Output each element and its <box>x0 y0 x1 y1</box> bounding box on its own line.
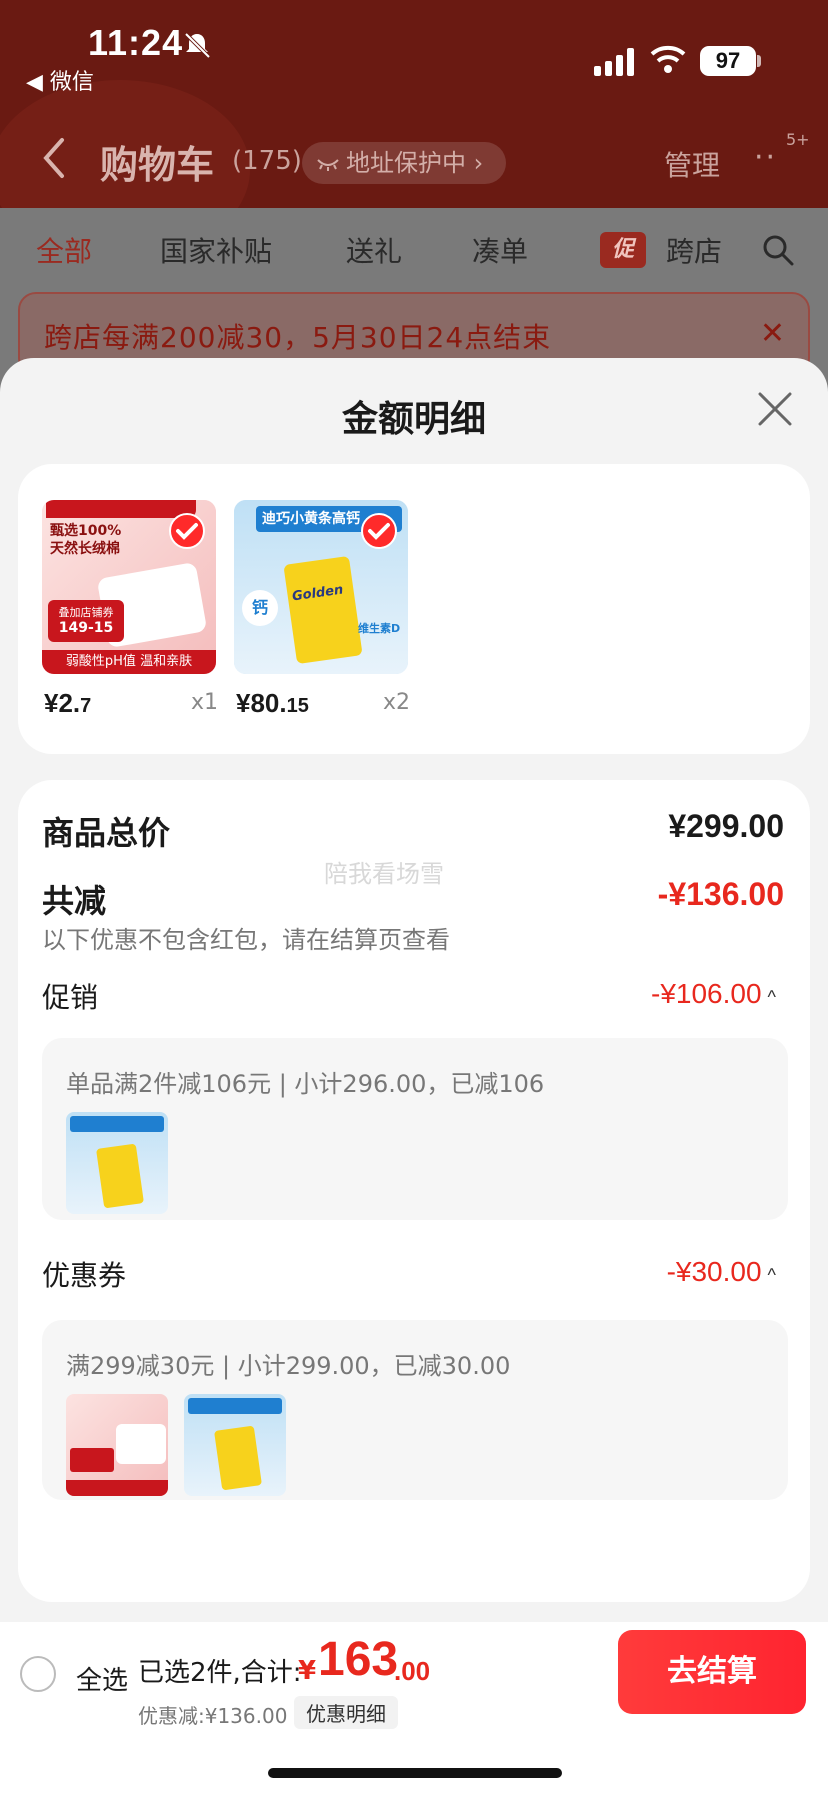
product-image-text: 甄选100% <box>50 523 122 539</box>
sheet-title: 金额明细 <box>341 399 486 440</box>
bell-muted-icon <box>184 32 211 59</box>
product-thumb-tissue[interactable] <box>66 1394 168 1496</box>
reduce-note: 以下优惠不包含红包，请在结算页查看 <box>42 926 450 954</box>
selected-products-card: 甄选100% 天然长绒棉 叠加店铺券 149-15 弱酸性pH值 温和亲肤 ¥2… <box>18 464 810 754</box>
discount-detail-button[interactable]: 优惠明细 <box>294 1696 398 1729</box>
total-currency: ¥ <box>298 1656 317 1686</box>
watermark: 陪我看场雪 <box>324 860 444 888</box>
coupon-detail-text: 满299减30元 | 小计299.00，已减30.00 <box>66 1352 511 1380</box>
total-reduce-value: -¥136.00 <box>657 876 784 912</box>
more-dots-icon[interactable]: ·· <box>754 140 777 175</box>
product-thumb-calcium[interactable] <box>184 1394 286 1496</box>
tab-national-subsidy[interactable]: 国家补贴 <box>160 230 272 270</box>
promotion-label: 促销 <box>42 981 99 1014</box>
cart-count: (175) <box>232 146 302 176</box>
product-price: ¥2.7 <box>44 688 91 719</box>
page-title: 购物车 <box>100 143 215 187</box>
coupon-label: 优惠券 <box>42 1259 127 1292</box>
address-protect-label: 地址保护中 › <box>346 149 484 177</box>
promo-banner-text: 跨店每满200减30，5月30日24点结束 <box>44 321 552 354</box>
cart-tabs: 全部 国家补贴 送礼 凑单 促 跨店 <box>0 220 828 280</box>
chevron-up-icon: ^ <box>767 1265 776 1285</box>
wifi-icon <box>650 45 686 73</box>
product-price-main: ¥2. <box>44 688 81 718</box>
product-image-badge-value: 149-15 <box>58 620 114 636</box>
checkout-button[interactable]: 去结算 <box>618 1630 806 1714</box>
tab-gift[interactable]: 送礼 <box>346 230 402 270</box>
close-icon[interactable] <box>756 390 794 428</box>
select-all-label[interactable]: 全选 <box>76 1660 128 1697</box>
product-price-main: ¥80. <box>236 688 287 718</box>
coupon-detail-box: 满299减30元 | 小计299.00，已减30.00 <box>42 1320 788 1500</box>
back-to-app[interactable]: ◀ 微信 <box>26 64 94 96</box>
home-indicator <box>268 1768 562 1778</box>
close-icon[interactable]: ✕ <box>760 316 786 351</box>
cart-nav: 购物车 (175) 地址保护中 › 管理 ·· 5+ <box>0 130 828 190</box>
tab-bundle[interactable]: 凑单 <box>472 230 528 270</box>
promotion-detail-text: 单品满2件减106元 | 小计296.00，已减106 <box>66 1070 545 1098</box>
total-price-value: ¥299.00 <box>668 808 784 844</box>
product-image-footer: 弱酸性pH值 温和亲肤 <box>42 650 216 674</box>
product-price: ¥80.15 <box>236 688 309 719</box>
tab-promo-badge[interactable]: 促 <box>600 232 646 268</box>
battery-cap <box>757 55 761 67</box>
product-price-decimal: 15 <box>286 695 309 717</box>
coupon-value: -¥30.00 <box>666 1256 762 1287</box>
tab-cross-store[interactable]: 跨店 <box>666 230 722 270</box>
product-image-badge: 叠加店铺券 <box>58 606 114 619</box>
promotion-detail-box: 单品满2件减106元 | 小计296.00，已减106 <box>42 1038 788 1220</box>
status-time: 11:24 <box>88 22 184 63</box>
check-icon[interactable] <box>360 512 398 550</box>
discount-amount: 优惠减:¥136.00 <box>138 1704 288 1728</box>
promotion-toggle[interactable]: -¥106.00 ^ <box>651 978 776 1010</box>
back-chevron-icon[interactable] <box>40 134 70 182</box>
product-image-text: 天然长绒棉 <box>50 541 120 557</box>
promotion-value: -¥106.00 <box>651 978 762 1009</box>
product-qty: x1 <box>190 690 218 715</box>
total-price-label: 商品总价 <box>42 814 171 852</box>
amount-breakdown-card: 陪我看场雪 商品总价 ¥299.00 共减 -¥136.00 以下优惠不包含红包… <box>18 780 810 1602</box>
total-reduce-label: 共减 <box>42 882 107 920</box>
product-image-calcium-badge: 钙 <box>242 590 278 626</box>
eye-closed-icon <box>317 159 339 171</box>
total-amount-integer: 163 <box>318 1633 399 1686</box>
check-icon[interactable] <box>168 512 206 550</box>
product-price-decimal: 7 <box>80 695 92 717</box>
signal-icon <box>594 48 634 76</box>
more-badge: 5+ <box>786 130 810 149</box>
manage-button[interactable]: 管理 <box>664 144 720 184</box>
coupon-toggle[interactable]: -¥30.00 ^ <box>667 1256 776 1288</box>
product-image-tissue: 甄选100% 天然长绒棉 叠加店铺券 149-15 弱酸性pH值 温和亲肤 <box>42 500 216 674</box>
address-protect-pill[interactable]: 地址保护中 › <box>302 142 506 184</box>
total-amount-decimal: .00 <box>394 1656 431 1686</box>
search-icon[interactable] <box>762 234 794 266</box>
amount-detail-sheet: 金额明细 甄选100% 天然长绒棉 叠加店铺券 149-15 弱酸性pH值 温和… <box>0 358 828 1796</box>
selected-summary: 已选2件,合计: <box>138 1658 302 1688</box>
status-bar: 11:24 ◀ 微信 97 <box>0 0 828 95</box>
product-thumb-calcium[interactable] <box>66 1112 168 1214</box>
tab-all[interactable]: 全部 <box>36 230 92 270</box>
chevron-up-icon: ^ <box>767 987 776 1007</box>
product-image-vitamin: 维生素D <box>358 622 401 635</box>
product-image-calcium: 迪巧小黄条高钙 Golden 钙 维生素D <box>234 500 408 674</box>
product-qty: x2 <box>382 690 410 715</box>
battery-level: 97 <box>700 46 756 76</box>
select-all-radio[interactable] <box>20 1656 56 1692</box>
